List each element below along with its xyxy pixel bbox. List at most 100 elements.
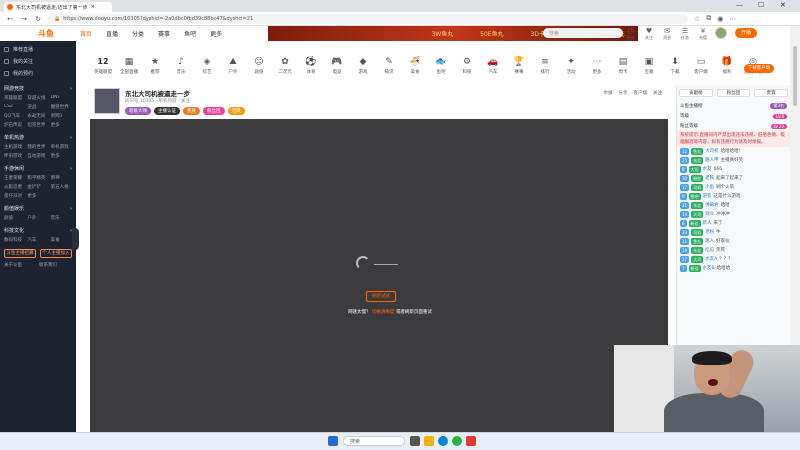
tab-fans[interactable]: 粉丝团 xyxy=(716,89,751,97)
scrollbar-thumb[interactable] xyxy=(793,46,797,106)
chat-username[interactable]: 水友A xyxy=(705,256,717,263)
room-tag[interactable]: 超级大咖 xyxy=(125,107,151,115)
category-esports[interactable]: 🎮 电竞 xyxy=(324,57,350,75)
sidebar-section-title[interactable]: 颜值娱乐 › xyxy=(4,204,72,213)
room-tag[interactable]: 主播认证 xyxy=(154,107,180,115)
tab-close-icon[interactable]: ✕ xyxy=(91,4,95,10)
footer-link[interactable]: 联系我们 xyxy=(39,262,72,268)
streamer-avatar[interactable] xyxy=(94,88,120,114)
chat-username[interactable]: 路人甲 xyxy=(705,157,719,164)
sidebar-link[interactable]: 单机游戏 xyxy=(51,144,72,150)
sidebar-item-recommend[interactable]: 推荐直播 xyxy=(4,43,72,55)
nav-match[interactable]: 赛事 xyxy=(158,29,170,38)
category-sports[interactable]: ⚽ 体育 xyxy=(298,57,324,75)
sidebar-section-title[interactable]: 手游休闲 › xyxy=(4,164,72,173)
category-number[interactable]: 12 英雄联盟 xyxy=(90,57,116,75)
profile-icon[interactable]: ◉ xyxy=(717,15,723,23)
sidebar-link[interactable]: 魔兽世界 xyxy=(51,104,72,110)
sidebar-link[interactable]: 数码科技 xyxy=(4,237,25,243)
url-field[interactable]: 🔒 https://www.douyu.com/10305?dyshid=-2a… xyxy=(48,13,688,24)
sidebar-link[interactable]: 音乐 xyxy=(51,215,72,221)
category-food[interactable]: 🍜 美食 xyxy=(402,57,428,75)
chat-username[interactable]: 路人 xyxy=(705,238,714,245)
category-tech[interactable]: ⚙ 科技 xyxy=(454,57,480,75)
download-client-button[interactable]: 下载客户端 xyxy=(744,64,774,73)
sidebar-link[interactable]: 英雄联盟 xyxy=(4,95,25,101)
douyu-logo[interactable]: 斗鱼 xyxy=(38,28,80,39)
client-button[interactable]: 客户端 xyxy=(634,90,648,96)
category-chest[interactable]: ▣ 宝箱 xyxy=(636,57,662,75)
switch-quality-link[interactable]: 切换清晰度 xyxy=(372,310,395,315)
browser-tab[interactable]: 东北大司机被逼走,迈出了第一步 ✕ xyxy=(4,2,112,12)
extensions-icon[interactable]: ⧉ xyxy=(706,14,711,23)
category-event[interactable]: ✦ 活动 xyxy=(558,57,584,75)
video-player[interactable]: 刷新试试 网速太慢？ 切换清晰度 或者刷新页面重试 xyxy=(90,119,668,432)
category-variety[interactable]: ◈ 综艺 xyxy=(194,57,220,75)
app-icon[interactable] xyxy=(466,436,476,446)
category-car[interactable]: 🚗 汽车 xyxy=(480,57,506,75)
category-knowledge[interactable]: ✎ 知识 xyxy=(376,57,402,75)
windows-start-icon[interactable] xyxy=(328,436,338,446)
category-all[interactable]: ▦ 全部直播 xyxy=(116,57,142,75)
nav-more[interactable]: 更多 xyxy=(210,29,222,38)
sidebar-link[interactable]: 怀旧游戏 xyxy=(4,153,25,159)
header-follow[interactable]: ♥ 关注 xyxy=(645,27,653,41)
chrome-icon[interactable] xyxy=(452,436,462,446)
edge-icon[interactable] xyxy=(438,436,448,446)
chat-username[interactable]: 小鱼 xyxy=(705,184,714,191)
chat-username[interactable]: 游客 xyxy=(703,193,712,200)
sidebar-link[interactable]: 互动游戏 xyxy=(27,153,48,159)
category-download[interactable]: ⬇ 下载 xyxy=(662,57,688,75)
nav-live[interactable]: 直播 xyxy=(106,29,118,38)
chat-username[interactable]: 观众 xyxy=(705,211,714,218)
category-fishbar[interactable]: 🐟 鱼吧 xyxy=(428,57,454,75)
chat-info-row[interactable]: 斗鱼主播榜 第3名 xyxy=(677,101,790,111)
sidebar-link[interactable]: 火影忍者 xyxy=(4,184,25,190)
sidebar-item-reserve[interactable]: 我的预约 xyxy=(4,67,72,79)
sidebar-link[interactable]: 户外 xyxy=(27,215,48,221)
sidebar-link[interactable]: 王者荣耀 xyxy=(4,175,25,181)
report-button[interactable]: 举报 xyxy=(604,90,613,96)
sidebar-link[interactable]: 汽车 xyxy=(27,237,48,243)
room-tag[interactable]: 粉丝团 xyxy=(203,107,225,115)
chat-info-row[interactable]: 等级 LV.8 xyxy=(677,111,790,121)
header-history[interactable]: ◷ 历史 xyxy=(627,27,635,41)
header-message[interactable]: ✉ 消息 xyxy=(663,27,671,41)
sidebar-link[interactable]: 坦克世界 xyxy=(27,122,48,128)
category-outdoor[interactable]: ⛰ 户外 xyxy=(220,57,246,75)
sidebar-link[interactable]: 更多 xyxy=(27,193,48,199)
sidebar-section-title[interactable]: 网游竞技 › xyxy=(4,84,72,93)
category-recommend[interactable]: ★ 推荐 xyxy=(142,57,168,75)
category-anime[interactable]: ✿ 二次元 xyxy=(272,57,298,75)
chat-info-row[interactable]: 粉丝等级 LV.20 xyxy=(677,121,790,131)
sidebar-link[interactable]: 第五人格 xyxy=(51,184,72,190)
category-gift[interactable]: 🎁 福利 xyxy=(714,57,740,75)
sidebar-link[interactable]: 我的世界 xyxy=(27,144,48,150)
forward-icon[interactable]: → xyxy=(20,15,28,23)
back-icon[interactable]: ← xyxy=(6,15,14,23)
user-avatar[interactable] xyxy=(715,27,727,39)
sidebar-section-title[interactable]: 科技文化 › xyxy=(4,226,72,235)
chat-username[interactable]: 新人 xyxy=(703,220,712,227)
sidebar-link[interactable]: DNF xyxy=(51,95,72,101)
category-match[interactable]: 🏆 赛事 xyxy=(506,57,532,75)
chat-username[interactable]: 水友 xyxy=(703,166,712,173)
sidebar-link[interactable]: 逆战 xyxy=(27,104,48,110)
room-tag[interactable]: 活跃 xyxy=(227,107,245,115)
chat-username[interactable]: 大司机 xyxy=(705,148,719,155)
minimize-icon[interactable]: — xyxy=(736,1,743,9)
chat-username[interactable]: 吃瓜 xyxy=(705,247,714,254)
category-music[interactable]: ♪ 音乐 xyxy=(168,57,194,75)
nav-category[interactable]: 分类 xyxy=(132,29,144,38)
sidebar-item-follow[interactable]: 我的关注 xyxy=(4,55,72,67)
start-live-button[interactable]: 开播 xyxy=(735,28,757,38)
tab-contribution[interactable]: 贡献榜 xyxy=(679,89,713,97)
maximize-icon[interactable]: ☐ xyxy=(758,1,764,9)
nav-home[interactable]: 首页 xyxy=(80,29,92,38)
sidebar-link[interactable]: 永劫无间 xyxy=(27,113,48,119)
chat-username[interactable]: 水友B xyxy=(703,265,715,272)
sidebar-collapse-handle[interactable] xyxy=(72,228,79,250)
close-window-icon[interactable]: ✕ xyxy=(780,1,786,9)
category-more[interactable]: ⋯ 更多 xyxy=(584,57,610,75)
file-explorer-icon[interactable] xyxy=(424,436,434,446)
